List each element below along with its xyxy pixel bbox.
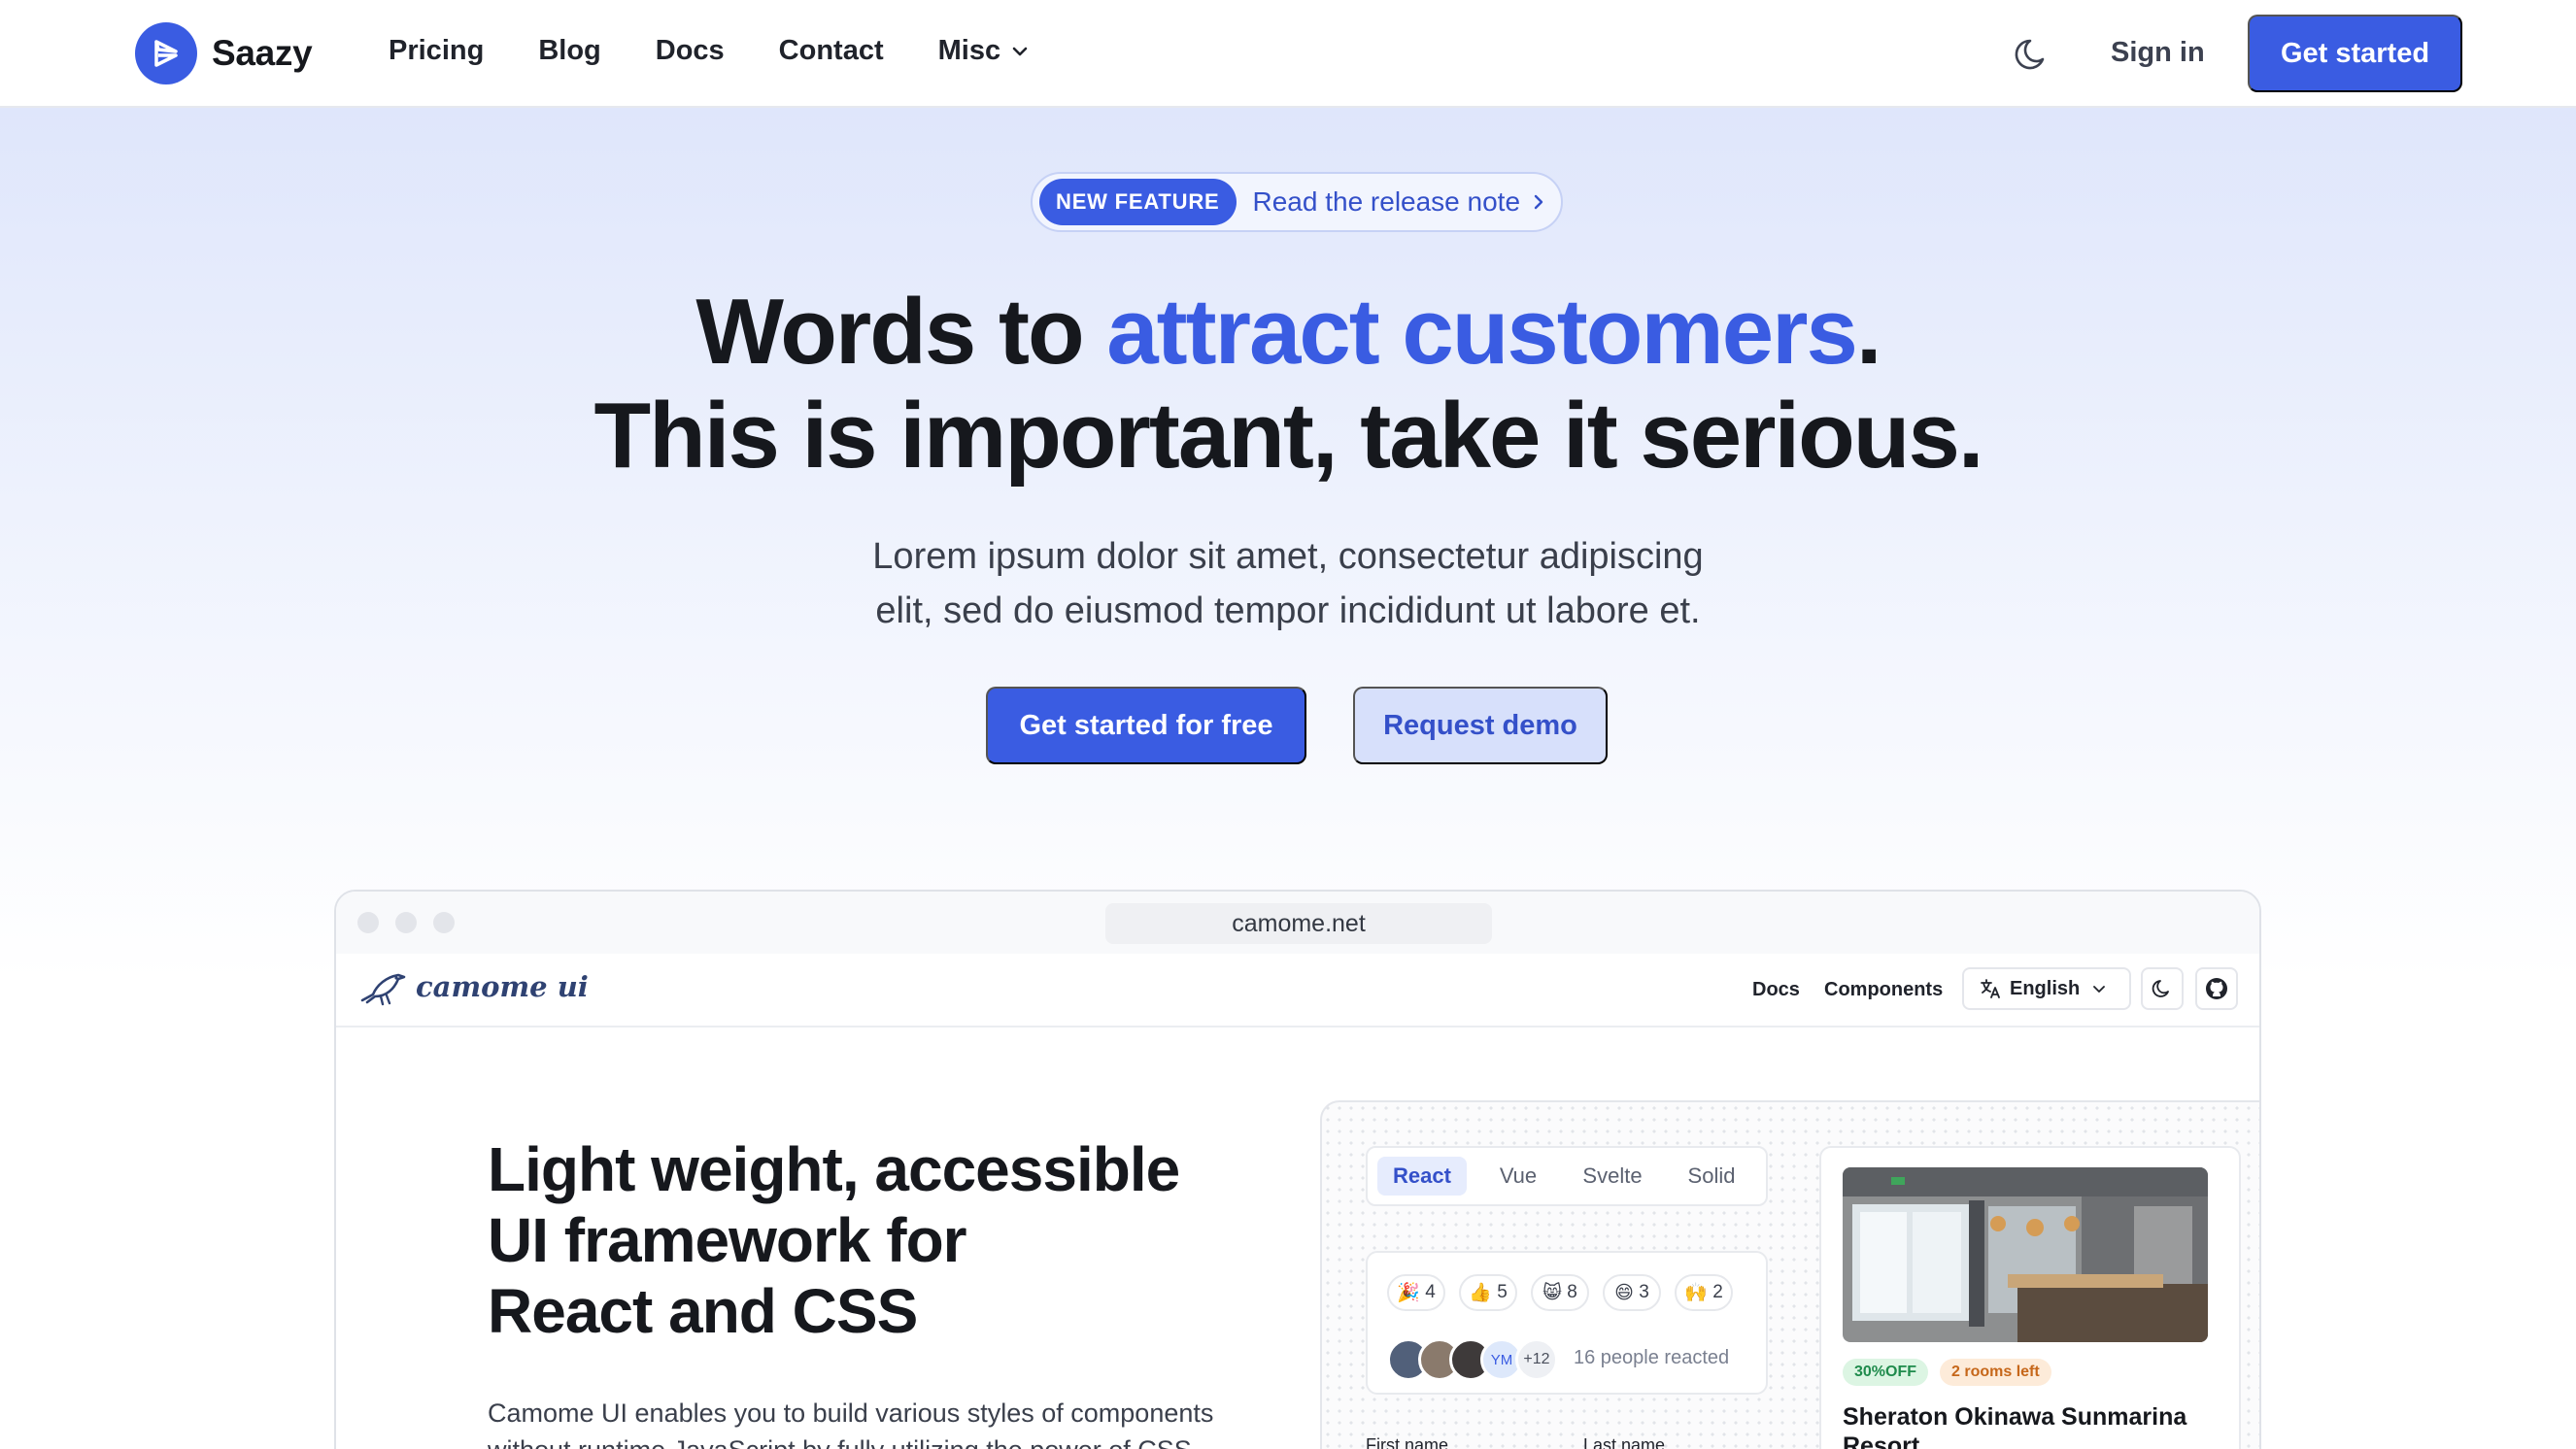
first-name-label: First name bbox=[1366, 1435, 1449, 1449]
new-feature-badge: NEW FEATURE bbox=[1039, 179, 1237, 225]
window-dot bbox=[395, 912, 417, 933]
hero-headline: Words to attract customers. This is impo… bbox=[0, 280, 2576, 488]
camome-description: Camome UI enables you to build various s… bbox=[488, 1395, 1284, 1449]
main-nav: Pricing Blog Docs Contact Misc bbox=[389, 35, 1084, 67]
nav-link-contact[interactable]: Contact bbox=[779, 35, 884, 67]
framework-tabs: React Vue Svelte Solid bbox=[1366, 1146, 1768, 1206]
moon-icon bbox=[2152, 980, 2169, 997]
subtext-line2: elit, sed do eiusmod tempor incididunt u… bbox=[875, 590, 1701, 631]
hotel-image bbox=[1843, 1167, 2208, 1342]
camome-title-line3: React and CSS bbox=[488, 1276, 918, 1346]
browser-titlebar: camome.net bbox=[336, 892, 2259, 954]
headline-part2: . bbox=[1855, 280, 1882, 384]
reaction-count: 4 bbox=[1425, 1282, 1436, 1302]
reaction-emoji: 🙌 bbox=[1684, 1283, 1708, 1303]
browser-url-bar: camome.net bbox=[1105, 903, 1492, 944]
nav-link-docs[interactable]: Docs bbox=[656, 35, 725, 67]
reaction-emoji: 🎉 bbox=[1397, 1283, 1420, 1303]
get-started-free-button[interactable]: Get started for free bbox=[986, 687, 1306, 764]
tab-vue[interactable]: Vue bbox=[1486, 1157, 1550, 1196]
rooms-left-tag: 2 rooms left bbox=[1940, 1359, 2051, 1386]
subtext-line1: Lorem ipsum dolor sit amet, consectetur … bbox=[872, 536, 1704, 577]
reaction-count: 8 bbox=[1567, 1282, 1577, 1302]
nav-menu-misc-label: Misc bbox=[937, 35, 1001, 66]
camome-hero-title: Light weight, accessible UI framework fo… bbox=[488, 1134, 1265, 1347]
bird-icon bbox=[360, 973, 406, 1006]
reaction-chip[interactable]: 😸 8 bbox=[1531, 1274, 1589, 1311]
camome-nav-docs[interactable]: Docs bbox=[1752, 979, 1800, 1001]
camome-nav-components[interactable]: Components bbox=[1824, 979, 1943, 1001]
language-select[interactable]: English bbox=[1962, 967, 2131, 1010]
get-started-button[interactable]: Get started bbox=[2248, 15, 2462, 92]
browser-mockup: camome.net camome ui Docs Components Eng… bbox=[334, 890, 2261, 1449]
reactions-card: 🎉 4 👍 5 😸 8 😄 3 🙌 2 YM +12 16 people rea… bbox=[1366, 1251, 1768, 1395]
reaction-emoji: 😸 bbox=[1542, 1282, 1562, 1303]
nav-link-blog[interactable]: Blog bbox=[538, 35, 600, 67]
hotel-card[interactable]: 30%OFF 2 rooms left Sheraton Okinawa Sun… bbox=[1819, 1146, 2241, 1449]
headline-accent: attract customers bbox=[1106, 280, 1858, 384]
hero-subtext: Lorem ipsum dolor sit amet, consectetur … bbox=[802, 529, 1774, 638]
chevron-down-icon bbox=[1012, 47, 1028, 55]
camome-desc-line2: without runtime JavaScript by fully util… bbox=[488, 1435, 1199, 1449]
reacted-count-text: 16 people reacted bbox=[1574, 1347, 1730, 1368]
reaction-chip[interactable]: 😄 3 bbox=[1603, 1274, 1661, 1311]
top-navbar: Saazy Pricing Blog Docs Contact Misc Sig… bbox=[0, 0, 2576, 108]
headline-line2: This is important, take it serious. bbox=[593, 384, 1983, 488]
logo-icon bbox=[135, 22, 197, 84]
reaction-chip[interactable]: 🎉 4 bbox=[1387, 1274, 1445, 1311]
reaction-chip[interactable]: 👍 5 bbox=[1459, 1274, 1517, 1311]
brand-name: Saazy bbox=[212, 33, 313, 73]
github-icon bbox=[2206, 978, 2227, 999]
tab-solid[interactable]: Solid bbox=[1675, 1157, 1748, 1196]
reaction-count: 2 bbox=[1712, 1282, 1723, 1302]
camome-title-line1: Light weight, accessible bbox=[488, 1134, 1180, 1204]
discount-tag: 30%OFF bbox=[1843, 1359, 1929, 1386]
nav-link-pricing[interactable]: Pricing bbox=[389, 35, 484, 67]
camome-navbar: camome ui Docs Components English bbox=[336, 954, 2259, 1028]
window-dot bbox=[433, 912, 455, 933]
github-link[interactable] bbox=[2195, 967, 2238, 1010]
tab-svelte[interactable]: Svelte bbox=[1568, 1157, 1657, 1196]
camome-brand-name: camome ui bbox=[416, 970, 589, 1003]
reaction-count: 3 bbox=[1639, 1282, 1649, 1302]
hotel-name: Sheraton Okinawa Sunmarina Resort bbox=[1843, 1403, 2187, 1449]
chevron-down-icon bbox=[2093, 986, 2106, 993]
request-demo-button[interactable]: Request demo bbox=[1353, 687, 1608, 764]
tab-react[interactable]: React bbox=[1377, 1157, 1467, 1196]
release-note-pill[interactable]: NEW FEATURE Read the release note bbox=[1031, 172, 1563, 232]
nav-menu-misc[interactable]: Misc bbox=[938, 35, 1030, 67]
avatar-more-count: +12 bbox=[1515, 1338, 1558, 1381]
headline-part1: Words to bbox=[695, 280, 1107, 384]
release-note-link-text: Read the release note bbox=[1252, 186, 1521, 217]
translate-icon bbox=[1981, 979, 2000, 998]
window-dot bbox=[357, 912, 379, 933]
reaction-emoji: 👍 bbox=[1469, 1283, 1492, 1303]
moon-icon[interactable] bbox=[2014, 33, 2054, 74]
camome-title-line2: UI framework for bbox=[488, 1205, 967, 1275]
reaction-chip[interactable]: 🙌 2 bbox=[1675, 1274, 1733, 1311]
chevron-right-icon bbox=[1534, 194, 1543, 210]
language-label: English bbox=[2010, 977, 2081, 999]
reaction-count: 5 bbox=[1497, 1282, 1508, 1302]
sign-in-link[interactable]: Sign in bbox=[2111, 37, 2205, 69]
brand-logo[interactable]: Saazy bbox=[135, 22, 313, 84]
reaction-emoji: 😄 bbox=[1614, 1282, 1634, 1303]
camome-theme-toggle[interactable] bbox=[2141, 967, 2184, 1010]
camome-desc-line1: Camome UI enables you to build various s… bbox=[488, 1398, 1214, 1428]
camome-logo[interactable]: camome ui bbox=[359, 967, 589, 1006]
last-name-label: Last name bbox=[1583, 1435, 1666, 1449]
